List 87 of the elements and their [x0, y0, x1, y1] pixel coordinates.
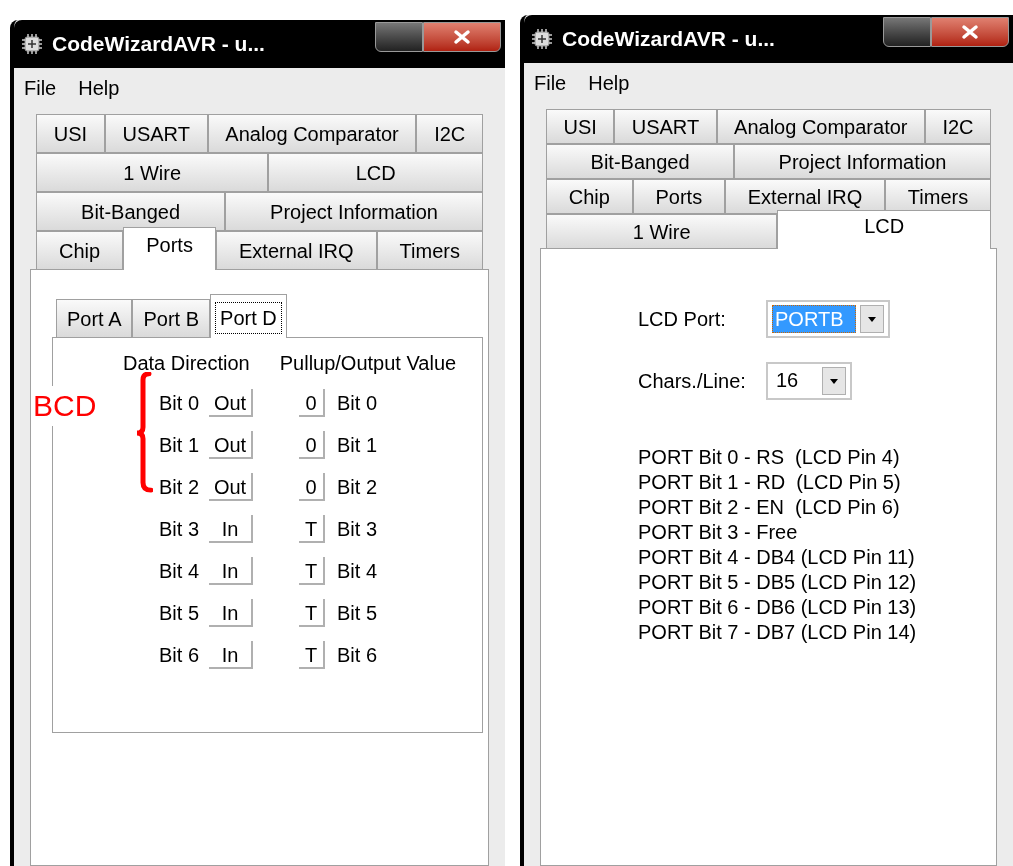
- pin-assignment-text: PORT Bit 5 - DB5 (LCD Pin 12): [638, 570, 918, 595]
- value-button[interactable]: T: [299, 557, 325, 585]
- direction-button[interactable]: In: [209, 515, 253, 543]
- caret-icon: [866, 314, 878, 324]
- close-button[interactable]: [931, 17, 1009, 47]
- minimize-button[interactable]: [375, 22, 423, 52]
- window-title: CodeWizardAVR - u...: [52, 31, 265, 58]
- tab[interactable]: USART: [614, 109, 717, 144]
- value-button[interactable]: T: [299, 515, 325, 543]
- caret-icon: [828, 376, 840, 386]
- tab[interactable]: External IRQ: [216, 231, 377, 270]
- tab[interactable]: Timers: [376, 231, 483, 270]
- direction-button[interactable]: In: [209, 641, 253, 669]
- value-button[interactable]: 0: [299, 431, 325, 459]
- tab[interactable]: LCD: [268, 153, 483, 192]
- pin-assignment-text: PORT Bit 0 - RS (LCD Pin 4): [638, 445, 901, 470]
- tab[interactable]: Bit-Banged: [546, 144, 735, 179]
- pin-assignment-text: PORT Bit 4 - DB4 (LCD Pin 11): [638, 545, 916, 570]
- pin-assignment-text: PORT Bit 2 - EN (LCD Pin 6): [638, 495, 901, 520]
- bit-label: Bit 0: [336, 391, 379, 416]
- bit-label: Bit 1: [159, 433, 201, 458]
- dropdown[interactable]: 16: [766, 362, 852, 400]
- tab[interactable]: I2C: [416, 114, 483, 153]
- close-icon: [961, 24, 979, 40]
- bit-label: Bit 4: [159, 559, 201, 584]
- pin-assignment-text: PORT Bit 7 - DB7 (LCD Pin 14): [638, 620, 918, 645]
- column-header: Pullup/Output Value: [279, 351, 457, 376]
- window-title: CodeWizardAVR - u...: [562, 26, 775, 53]
- value-button[interactable]: 0: [299, 473, 325, 501]
- dropdown-arrow-button[interactable]: [860, 305, 884, 333]
- tab[interactable]: Chip: [546, 179, 633, 214]
- dropdown-arrow-button[interactable]: [822, 367, 846, 395]
- tab[interactable]: Port A: [56, 299, 133, 338]
- pin-assignment-text: PORT Bit 1 - RD (LCD Pin 5): [638, 470, 902, 495]
- tab[interactable]: External IRQ: [725, 179, 886, 214]
- pin-assignment-text: PORT Bit 6 - DB6 (LCD Pin 13): [638, 595, 918, 620]
- tab[interactable]: Port D: [210, 294, 287, 338]
- bit-label: Bit 6: [159, 643, 201, 668]
- tab[interactable]: USI: [36, 114, 105, 153]
- tab[interactable]: 1 Wire: [36, 153, 269, 192]
- field-label: Chars./Line:: [638, 369, 747, 394]
- tab[interactable]: Port B: [132, 299, 211, 338]
- tab[interactable]: Project Information: [225, 192, 483, 231]
- tab[interactable]: Ports: [123, 227, 216, 270]
- tab[interactable]: Analog Comparator: [716, 109, 925, 144]
- pin-assignment-text: PORT Bit 3 - Free: [638, 520, 799, 545]
- bit-label: Bit 0: [159, 391, 201, 416]
- menu-item[interactable]: Help: [78, 73, 120, 103]
- direction-button[interactable]: In: [209, 557, 253, 585]
- bit-label: Bit 5: [159, 601, 201, 626]
- tab[interactable]: USART: [104, 114, 208, 153]
- bit-label: Bit 5: [336, 601, 379, 626]
- close-button[interactable]: [423, 22, 501, 52]
- value-button[interactable]: T: [299, 641, 325, 669]
- tab[interactable]: I2C: [924, 109, 991, 144]
- chip-icon: [20, 32, 44, 56]
- bit-label: Bit 3: [159, 517, 201, 542]
- bit-label: Bit 3: [336, 517, 379, 542]
- column-header: Data Direction: [123, 351, 250, 376]
- value-button[interactable]: 0: [299, 389, 325, 417]
- tab[interactable]: Ports: [632, 179, 725, 214]
- dropdown-value: 16: [775, 368, 800, 393]
- menu-item[interactable]: Help: [588, 68, 630, 98]
- value-button[interactable]: T: [299, 599, 325, 627]
- direction-button[interactable]: In: [209, 599, 253, 627]
- direction-button[interactable]: Out: [209, 431, 253, 459]
- tab[interactable]: USI: [546, 109, 615, 144]
- direction-button[interactable]: Out: [209, 389, 253, 417]
- close-icon: [453, 29, 471, 45]
- tab[interactable]: LCD: [777, 210, 991, 249]
- bit-label: Bit 6: [336, 643, 379, 668]
- menu-item[interactable]: File: [534, 68, 567, 98]
- bit-label: Bit 2: [159, 475, 201, 500]
- bit-label: Bit 4: [336, 559, 379, 584]
- dropdown-value: PORTB: [772, 305, 856, 333]
- chip-icon: [530, 27, 554, 51]
- tab[interactable]: Chip: [36, 231, 124, 270]
- tab[interactable]: Bit-Banged: [36, 192, 226, 231]
- tab[interactable]: 1 Wire: [546, 214, 778, 249]
- tab[interactable]: Analog Comparator: [207, 114, 417, 153]
- tab[interactable]: Project Information: [734, 144, 991, 179]
- field-label: LCD Port:: [638, 307, 727, 332]
- menu-item[interactable]: File: [24, 73, 57, 103]
- bit-label: Bit 2: [336, 475, 379, 500]
- bit-label: Bit 1: [336, 433, 379, 458]
- direction-button[interactable]: Out: [209, 473, 253, 501]
- minimize-button[interactable]: [883, 17, 931, 47]
